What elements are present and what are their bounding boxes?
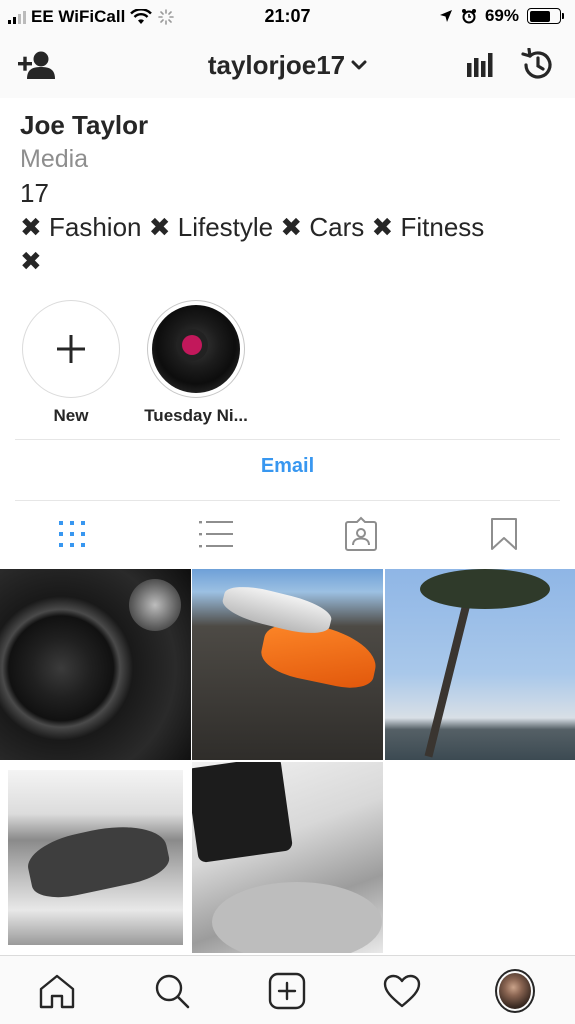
insights-button[interactable]	[466, 52, 494, 83]
tab-saved[interactable]	[484, 514, 524, 554]
chevron-down-icon	[351, 60, 367, 70]
alarm-clock-icon	[461, 9, 476, 24]
plus-icon	[57, 335, 85, 363]
bottom-tab-bar	[0, 955, 575, 1024]
story-highlights: New Tuesday Ni...	[0, 300, 575, 430]
post-thumbnail-palm-trees[interactable]	[385, 569, 575, 760]
search-icon	[155, 974, 190, 1009]
new-post-tab[interactable]	[267, 971, 307, 1011]
bio-age: 17	[20, 178, 49, 208]
tagged-icon	[345, 516, 377, 551]
grid-icon	[59, 521, 85, 547]
archive-history-icon	[521, 47, 552, 79]
profile-avatar	[495, 969, 535, 1013]
insights-bars-icon	[467, 53, 493, 77]
profile-name: Joe Taylor	[20, 110, 149, 140]
tab-list[interactable]	[196, 514, 236, 554]
new-post-icon	[268, 972, 306, 1010]
battery-icon	[527, 8, 564, 24]
activity-heart-icon	[383, 974, 421, 1008]
profile-bio: Joe Taylor Media 17 ✖ Fashion ✖ Lifestyl…	[20, 108, 560, 278]
highlight-ring	[147, 300, 245, 398]
new-highlight-circle	[22, 300, 120, 398]
profile-category[interactable]: Media	[20, 142, 560, 176]
activity-tab[interactable]	[382, 971, 422, 1011]
highlight-label: New	[53, 406, 89, 425]
list-icon	[199, 521, 233, 548]
bio-tags-tail: ✖	[20, 246, 42, 276]
tab-tagged[interactable]	[341, 514, 381, 554]
saved-bookmark-icon	[491, 518, 517, 550]
tab-grid[interactable]	[52, 514, 92, 554]
search-tab[interactable]	[152, 971, 192, 1011]
status-right: 69%	[439, 6, 564, 26]
profile-header-bar: taylorjoe17	[0, 34, 575, 98]
location-arrow-icon	[439, 10, 452, 22]
highlight-label: Tuesday Ni...	[144, 406, 248, 425]
divider	[15, 439, 560, 440]
email-button[interactable]: Email	[0, 455, 575, 478]
profile-tabs	[0, 506, 575, 566]
post-thumbnail-steering-wheel[interactable]	[0, 569, 191, 760]
post-thumbnail-luggage[interactable]	[192, 762, 383, 953]
profile-tab[interactable]	[495, 969, 535, 1013]
home-icon	[39, 974, 75, 1009]
username-label: taylorjoe17	[207, 50, 346, 80]
post-thumbnail-sunbathing[interactable]	[0, 762, 191, 953]
post-thumbnail-supercars[interactable]	[192, 569, 383, 760]
divider	[15, 500, 560, 501]
status-bar: EE WiFiCall 21:07 69%	[0, 0, 575, 34]
home-tab[interactable]	[37, 971, 77, 1011]
highlight-thumbnail	[152, 305, 240, 393]
battery-percent: 69%	[484, 6, 519, 25]
new-highlight-button[interactable]: New	[1, 300, 141, 426]
archive-button[interactable]	[519, 47, 555, 87]
bio-tags: ✖ Fashion ✖ Lifestyle ✖ Cars ✖ Fitness	[20, 212, 485, 242]
highlight-item[interactable]: Tuesday Ni...	[126, 300, 266, 426]
